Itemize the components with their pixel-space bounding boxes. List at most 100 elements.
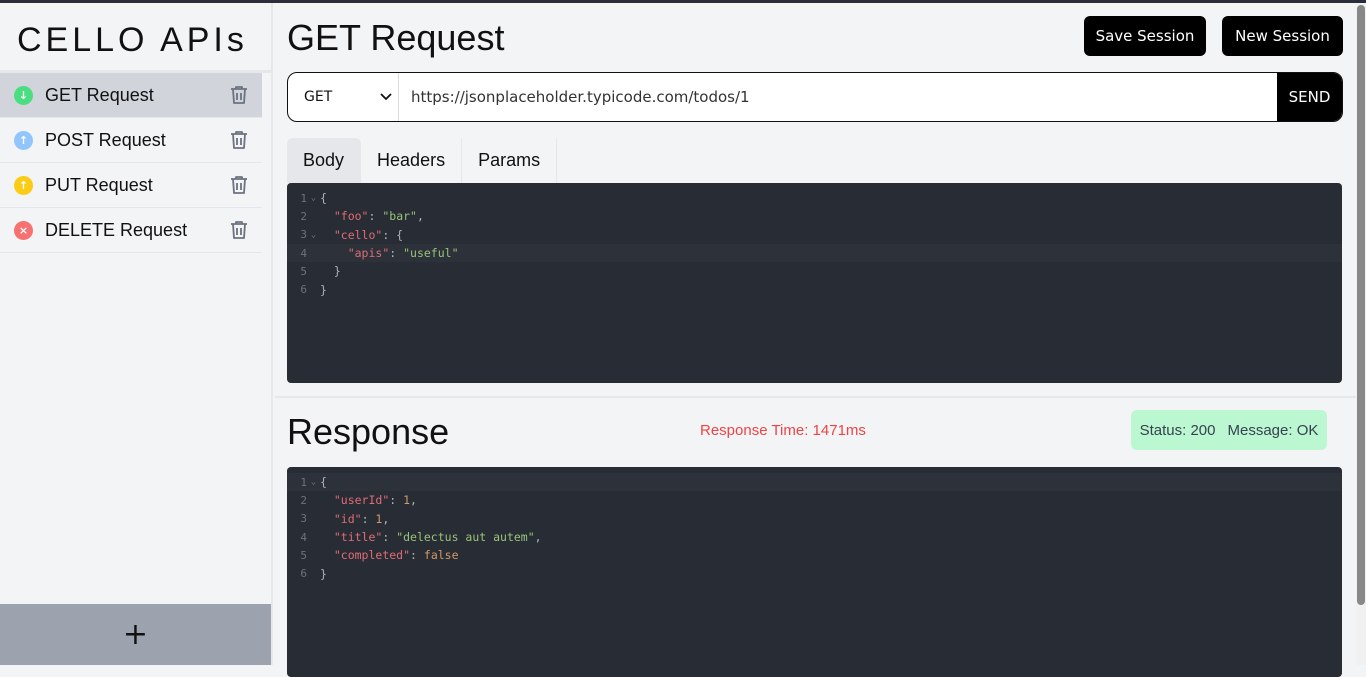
code-text: { (320, 191, 327, 205)
request-tabs: Body Headers Params (287, 138, 558, 183)
code-token: "useful" (403, 246, 459, 261)
fold-icon[interactable]: ⌄ (307, 477, 320, 487)
code-token: , (534, 530, 542, 545)
method-select[interactable]: GET (288, 73, 399, 121)
line-number: 3 (300, 228, 307, 242)
request-bar: GET https://jsonplaceholder.typicode.com… (287, 72, 1343, 122)
sidebar: CELLO APIs ↓ GET Request ↑ POST Request ↑ PUT… (0, 3, 273, 665)
code-line: 6} (287, 280, 1342, 298)
fold-icon[interactable]: ⌄ (307, 230, 320, 240)
status-message: Message: OK (1227, 421, 1319, 439)
trash-icon[interactable] (230, 130, 248, 154)
code-text: { (320, 475, 327, 489)
line-number: 3 (300, 512, 307, 526)
sidebar-item-label: GET Request (45, 84, 154, 105)
body-editor[interactable]: 1 ⌄{2 "foo": "bar", 3 ⌄ "cello": {4 "apis":… (287, 183, 1342, 383)
scrollbar[interactable] (1356, 3, 1366, 665)
code-token: "delectus aut autem" (396, 530, 535, 545)
code-line: 3 ⌄ "cello": { (287, 226, 1342, 244)
code-token: : (410, 548, 424, 563)
send-button[interactable]: SEND (1277, 73, 1342, 121)
status-badge: Status: 200 Message: OK (1131, 410, 1327, 450)
code-token: 1 (403, 493, 411, 508)
code-text: "cello": { (320, 228, 403, 242)
line-number: 5 (300, 264, 307, 278)
code-text: } (320, 567, 327, 581)
code-text: "apis": "useful" (320, 246, 459, 260)
main-panel: GET Request Save Session New Session GET… (275, 3, 1356, 677)
code-text: } (320, 264, 341, 278)
line-number: 6 (300, 283, 307, 297)
save-session-button[interactable]: Save Session (1084, 16, 1206, 56)
code-token: "cello" (333, 227, 383, 242)
url-input[interactable]: https://jsonplaceholder.typicode.com/tod… (399, 73, 1277, 121)
arrow-up-circle-icon: ↑ (14, 130, 33, 150)
sidebar-item-label: DELETE Request (45, 219, 188, 240)
fold-icon[interactable]: ⌄ (307, 193, 320, 203)
line-number: 5 (300, 548, 307, 562)
code-token: , (382, 511, 390, 526)
code-token: "title" (333, 530, 383, 545)
x-circle-icon: × (14, 220, 33, 240)
request-list: ↓ GET Request ↑ POST Request ↑ PUT Request × DE… (0, 73, 262, 253)
code-token: "bar" (382, 209, 417, 224)
code-line: 3 "id": 1, (287, 510, 1342, 528)
chevron-down-icon (380, 93, 392, 101)
code-text: "title": "delectus aut autem", (320, 530, 542, 544)
code-line: 2 "foo": "bar", (287, 207, 1342, 225)
code-token: { (320, 475, 327, 490)
sidebar-item-delete[interactable]: × DELETE Request (0, 208, 262, 253)
arrow-up-circle-icon: ↑ (14, 175, 33, 195)
new-session-button[interactable]: New Session (1222, 16, 1343, 56)
tab-params[interactable]: Params (462, 138, 558, 183)
code-text: "userId": 1, (320, 493, 417, 507)
trash-icon[interactable] (230, 175, 248, 199)
line-number: 6 (300, 567, 307, 581)
line-number: 1 (300, 191, 307, 205)
code-text: "id": 1, (320, 512, 389, 526)
page-title: GET Request (287, 17, 505, 58)
code-token: "apis" (347, 246, 390, 261)
code-text: } (320, 283, 327, 297)
method-value: GET (304, 89, 333, 105)
code-token: , (410, 493, 417, 508)
code-token: false (423, 548, 459, 563)
code-line: 1 ⌄{ (287, 189, 1342, 207)
code-token: : (382, 530, 397, 545)
code-token: } (320, 566, 327, 581)
code-token: : { (382, 227, 404, 242)
tab-body[interactable]: Body (287, 138, 362, 183)
code-token: "userId" (333, 493, 390, 508)
response-editor[interactable]: 1 ⌄{2 "userId": 1, 3 "id": 1, 4 "title": "d… (287, 467, 1342, 677)
response-time: Response Time: 1471ms (700, 422, 866, 439)
trash-icon[interactable] (230, 85, 248, 109)
trash-icon[interactable] (230, 220, 248, 244)
line-number: 4 (300, 246, 307, 260)
code-line: 4 "apis": "useful" (287, 243, 1342, 263)
sidebar-item-label: PUT Request (45, 174, 153, 195)
code-token: } (320, 264, 341, 279)
line-number: 1 (300, 475, 307, 489)
code-token: : (389, 493, 404, 508)
add-request-button[interactable]: + (0, 604, 271, 665)
code-token: "completed" (333, 548, 411, 563)
sidebar-item-post[interactable]: ↑ POST Request (0, 118, 262, 163)
code-token: : (368, 209, 383, 224)
app-logo: CELLO APIs (17, 21, 248, 59)
code-text: "completed": false (320, 548, 459, 562)
code-token: : (361, 511, 376, 526)
sidebar-item-label: POST Request (45, 129, 166, 150)
line-number: 4 (300, 530, 307, 544)
scrollbar-thumb[interactable] (1357, 5, 1365, 605)
code-line: 2 "userId": 1, (287, 491, 1342, 509)
sidebar-item-get[interactable]: ↓ GET Request (0, 73, 262, 118)
tab-headers[interactable]: Headers (361, 138, 463, 183)
code-token: { (320, 191, 327, 206)
code-line: 6} (287, 564, 1342, 582)
sidebar-item-put[interactable]: ↑ PUT Request (0, 163, 262, 208)
line-number: 2 (300, 493, 307, 507)
